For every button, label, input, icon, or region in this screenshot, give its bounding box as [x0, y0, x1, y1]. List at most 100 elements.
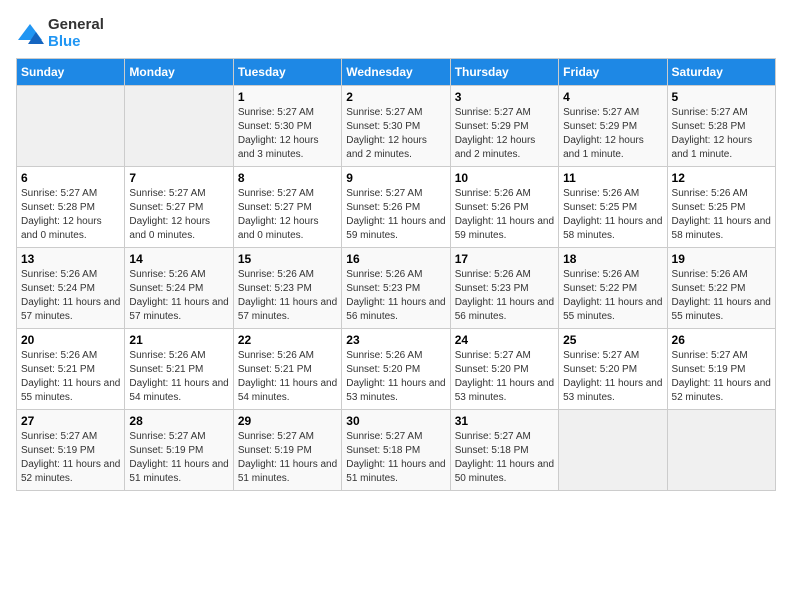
day-number: 24: [455, 333, 554, 347]
day-number: 14: [129, 252, 228, 266]
day-cell: 4 Sunrise: 5:27 AM Sunset: 5:29 PM Daylig…: [559, 86, 667, 167]
day-cell: 11Sunrise: 5:26 AM Sunset: 5:25 PM Dayli…: [559, 167, 667, 248]
day-cell: 6 Sunrise: 5:27 AM Sunset: 5:28 PM Daylig…: [17, 167, 125, 248]
day-number: 2: [346, 90, 445, 104]
day-cell: 29Sunrise: 5:27 AM Sunset: 5:19 PM Dayli…: [233, 410, 341, 491]
calendar-table: SundayMondayTuesdayWednesdayThursdayFrid…: [16, 58, 776, 491]
day-cell: 20 Sunrise: 5:26 AM Sunset: 5:21 PM Dayli…: [17, 329, 125, 410]
day-number: 15: [238, 252, 337, 266]
day-number: 30: [346, 414, 445, 428]
day-cell: 7Sunrise: 5:27 AM Sunset: 5:27 PM Daylig…: [125, 167, 233, 248]
day-info: Sunrise: 5:26 AM Sunset: 5:21 PM Dayligh…: [21, 349, 120, 405]
day-cell: 30 Sunrise: 5:27 AM Sunset: 5:18 PM Dayli…: [342, 410, 450, 491]
day-info: Sunrise: 5:26 AM Sunset: 5:25 PM Dayligh…: [672, 187, 771, 243]
logo-icon: [16, 22, 44, 44]
day-number: 16: [346, 252, 445, 266]
calendar-container: General Blue SundayMondayTuesdayWednesda…: [0, 0, 792, 501]
day-number: 13: [21, 252, 120, 266]
day-number: 5: [672, 90, 771, 104]
day-cell: 10 Sunrise: 5:26 AM Sunset: 5:26 PM Dayli…: [450, 167, 558, 248]
day-number: 7: [129, 171, 228, 185]
day-info: Sunrise: 5:27 AM Sunset: 5:29 PM Dayligh…: [455, 106, 554, 162]
day-info: Sunrise: 5:27 AM Sunset: 5:20 PM Dayligh…: [563, 349, 662, 405]
day-number: 17: [455, 252, 554, 266]
day-cell: 1 Sunrise: 5:27 AM Sunset: 5:30 PM Daylig…: [233, 86, 341, 167]
day-number: 9: [346, 171, 445, 185]
day-info: Sunrise: 5:27 AM Sunset: 5:19 PM Dayligh…: [21, 430, 120, 486]
day-number: 4: [563, 90, 662, 104]
day-info: Sunrise: 5:27 AM Sunset: 5:26 PM Dayligh…: [346, 187, 445, 243]
day-cell: [125, 86, 233, 167]
day-number: 12: [672, 171, 771, 185]
header-row: SundayMondayTuesdayWednesdayThursdayFrid…: [17, 59, 776, 86]
day-number: 20: [21, 333, 120, 347]
header-cell-saturday: Saturday: [667, 59, 775, 86]
day-cell: 26 Sunrise: 5:27 AM Sunset: 5:19 PM Dayli…: [667, 329, 775, 410]
day-info: Sunrise: 5:27 AM Sunset: 5:28 PM Dayligh…: [672, 106, 771, 162]
day-info: Sunrise: 5:27 AM Sunset: 5:20 PM Dayligh…: [455, 349, 554, 405]
header-cell-sunday: Sunday: [17, 59, 125, 86]
day-info: Sunrise: 5:27 AM Sunset: 5:19 PM Dayligh…: [238, 430, 337, 486]
logo: General Blue: [16, 16, 104, 50]
day-info: Sunrise: 5:26 AM Sunset: 5:21 PM Dayligh…: [129, 349, 228, 405]
day-number: 11: [563, 171, 662, 185]
day-number: 22: [238, 333, 337, 347]
day-number: 1: [238, 90, 337, 104]
day-info: Sunrise: 5:27 AM Sunset: 5:18 PM Dayligh…: [346, 430, 445, 486]
day-cell: 31 Sunrise: 5:27 AM Sunset: 5:18 PM Dayli…: [450, 410, 558, 491]
day-info: Sunrise: 5:26 AM Sunset: 5:20 PM Dayligh…: [346, 349, 445, 405]
day-cell: 25Sunrise: 5:27 AM Sunset: 5:20 PM Dayli…: [559, 329, 667, 410]
day-cell: 23 Sunrise: 5:26 AM Sunset: 5:20 PM Dayli…: [342, 329, 450, 410]
day-info: Sunrise: 5:26 AM Sunset: 5:24 PM Dayligh…: [129, 268, 228, 324]
header-cell-friday: Friday: [559, 59, 667, 86]
day-info: Sunrise: 5:26 AM Sunset: 5:24 PM Dayligh…: [21, 268, 120, 324]
day-info: Sunrise: 5:27 AM Sunset: 5:30 PM Dayligh…: [238, 106, 337, 162]
day-cell: 22Sunrise: 5:26 AM Sunset: 5:21 PM Dayli…: [233, 329, 341, 410]
header-cell-tuesday: Tuesday: [233, 59, 341, 86]
header: General Blue: [16, 16, 776, 50]
day-cell: 27 Sunrise: 5:27 AM Sunset: 5:19 PM Dayli…: [17, 410, 125, 491]
day-number: 21: [129, 333, 228, 347]
day-cell: 3 Sunrise: 5:27 AM Sunset: 5:29 PM Daylig…: [450, 86, 558, 167]
header-cell-monday: Monday: [125, 59, 233, 86]
day-cell: 9 Sunrise: 5:27 AM Sunset: 5:26 PM Daylig…: [342, 167, 450, 248]
day-info: Sunrise: 5:26 AM Sunset: 5:22 PM Dayligh…: [563, 268, 662, 324]
day-info: Sunrise: 5:27 AM Sunset: 5:29 PM Dayligh…: [563, 106, 662, 162]
day-cell: 14 Sunrise: 5:26 AM Sunset: 5:24 PM Dayli…: [125, 248, 233, 329]
header-cell-thursday: Thursday: [450, 59, 558, 86]
day-cell: [559, 410, 667, 491]
day-cell: 17Sunrise: 5:26 AM Sunset: 5:23 PM Dayli…: [450, 248, 558, 329]
day-info: Sunrise: 5:26 AM Sunset: 5:23 PM Dayligh…: [346, 268, 445, 324]
day-info: Sunrise: 5:27 AM Sunset: 5:28 PM Dayligh…: [21, 187, 120, 243]
day-cell: 16 Sunrise: 5:26 AM Sunset: 5:23 PM Dayli…: [342, 248, 450, 329]
day-number: 26: [672, 333, 771, 347]
day-cell: 8 Sunrise: 5:27 AM Sunset: 5:27 PM Daylig…: [233, 167, 341, 248]
day-number: 6: [21, 171, 120, 185]
header-cell-wednesday: Wednesday: [342, 59, 450, 86]
day-info: Sunrise: 5:27 AM Sunset: 5:30 PM Dayligh…: [346, 106, 445, 162]
day-cell: [17, 86, 125, 167]
day-info: Sunrise: 5:27 AM Sunset: 5:19 PM Dayligh…: [672, 349, 771, 405]
day-cell: [667, 410, 775, 491]
day-cell: 15Sunrise: 5:26 AM Sunset: 5:23 PM Dayli…: [233, 248, 341, 329]
day-cell: 2 Sunrise: 5:27 AM Sunset: 5:30 PM Daylig…: [342, 86, 450, 167]
day-number: 8: [238, 171, 337, 185]
week-row-2: 6 Sunrise: 5:27 AM Sunset: 5:28 PM Daylig…: [17, 167, 776, 248]
day-number: 3: [455, 90, 554, 104]
day-number: 31: [455, 414, 554, 428]
day-info: Sunrise: 5:27 AM Sunset: 5:27 PM Dayligh…: [238, 187, 337, 243]
day-cell: 12 Sunrise: 5:26 AM Sunset: 5:25 PM Dayli…: [667, 167, 775, 248]
day-number: 19: [672, 252, 771, 266]
day-cell: 18Sunrise: 5:26 AM Sunset: 5:22 PM Dayli…: [559, 248, 667, 329]
week-row-1: 1 Sunrise: 5:27 AM Sunset: 5:30 PM Daylig…: [17, 86, 776, 167]
day-number: 10: [455, 171, 554, 185]
week-row-5: 27 Sunrise: 5:27 AM Sunset: 5:19 PM Dayli…: [17, 410, 776, 491]
day-info: Sunrise: 5:27 AM Sunset: 5:18 PM Dayligh…: [455, 430, 554, 486]
day-info: Sunrise: 5:26 AM Sunset: 5:26 PM Dayligh…: [455, 187, 554, 243]
week-row-3: 13 Sunrise: 5:26 AM Sunset: 5:24 PM Dayli…: [17, 248, 776, 329]
day-number: 28: [129, 414, 228, 428]
day-number: 23: [346, 333, 445, 347]
day-cell: 19Sunrise: 5:26 AM Sunset: 5:22 PM Dayli…: [667, 248, 775, 329]
week-row-4: 20 Sunrise: 5:26 AM Sunset: 5:21 PM Dayli…: [17, 329, 776, 410]
day-number: 27: [21, 414, 120, 428]
